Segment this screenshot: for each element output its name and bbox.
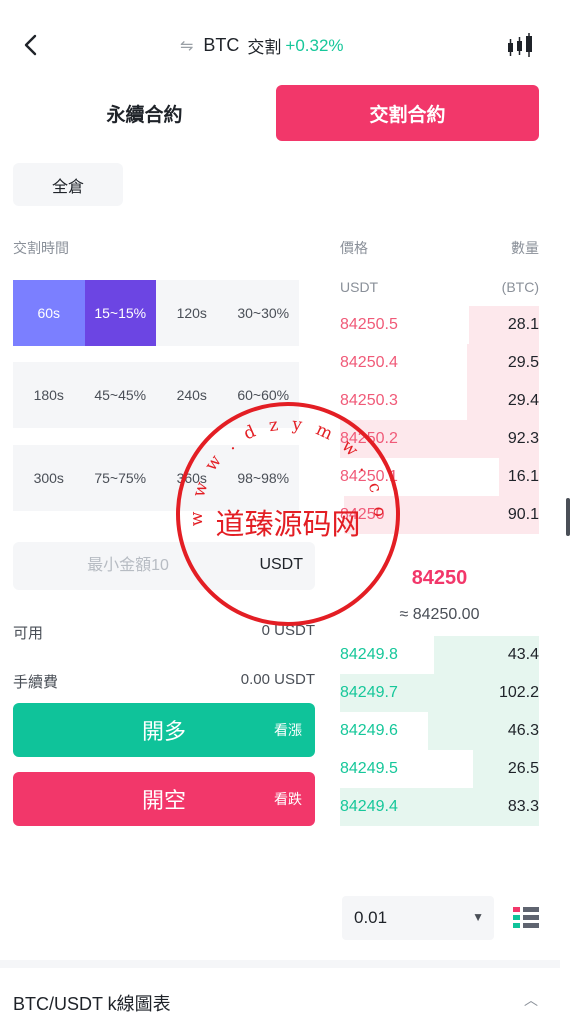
ask-row[interactable]: 84250.2 92.3 (340, 420, 539, 458)
delivery-time-option[interactable]: 60s (13, 280, 85, 346)
ask-quantity: 92.3 (507, 430, 539, 447)
delivery-rate-option[interactable]: 15~15% (84, 280, 156, 346)
ask-row[interactable]: 84250.3 29.4 (340, 382, 539, 420)
page-title[interactable]: ⇋ BTC 交割 +0.32% (180, 33, 344, 58)
fee-row: 手續費 0.00 USDT (13, 671, 315, 692)
title-contract-type: 交割 (247, 38, 282, 57)
caret-down-icon: ▼ (472, 910, 484, 924)
delivery-option-row: 300s 75~75% 360s 98~98% (13, 445, 299, 511)
delivery-rate-option[interactable]: 98~98% (228, 445, 300, 511)
tab-perpetual[interactable]: 永續合約 (13, 85, 276, 141)
bid-quantity: 46.3 (507, 722, 539, 739)
bid-row[interactable]: 84249.5 26.5 (340, 750, 539, 788)
bid-price: 84249.6 (340, 722, 398, 739)
bid-row[interactable]: 84249.7 102.2 (340, 674, 539, 712)
fee-label: 手續費 (13, 674, 59, 691)
fee-value: 0.00 USDT (240, 671, 315, 688)
ask-price: 84250.5 (340, 316, 398, 333)
section-divider (0, 960, 560, 968)
available-balance-row: 可用 0 USDT (13, 622, 315, 643)
open-short-hint: 看跌 (274, 791, 302, 807)
open-long-label: 開多 (141, 719, 186, 744)
delivery-option-row: 60s 15~15% 120s 30~30% (13, 280, 299, 346)
delivery-time-option[interactable]: 180s (13, 362, 85, 428)
scrollbar-thumb[interactable] (566, 498, 570, 536)
ask-price: 84250.1 (340, 468, 398, 485)
ask-row[interactable]: 84250.1 16.1 (340, 458, 539, 496)
bid-quantity: 26.5 (507, 760, 539, 777)
last-price: 84250 (411, 567, 468, 589)
ask-row[interactable]: 84250.4 29.5 (340, 344, 539, 382)
available-label: 可用 (13, 625, 44, 642)
amount-unit: USDT (259, 556, 303, 573)
delivery-time-option[interactable]: 120s (156, 280, 228, 346)
candlestick-icon[interactable] (505, 30, 539, 60)
delivery-rate-option[interactable]: 75~75% (85, 445, 157, 511)
precision-select[interactable]: 0.01 ▼ (342, 896, 494, 940)
ask-price: 84250.2 (340, 430, 398, 447)
ask-quantity: 28.1 (507, 316, 539, 333)
available-value: 0 USDT (261, 622, 315, 639)
ask-row[interactable]: 84250.5 28.1 (340, 306, 539, 344)
bid-row[interactable]: 84249.6 46.3 (340, 712, 539, 750)
delivery-time-option[interactable]: 360s (156, 445, 228, 511)
bid-price: 84249.8 (340, 646, 398, 663)
bid-price: 84249.4 (340, 798, 398, 815)
ask-quantity: 16.1 (507, 468, 539, 485)
bid-quantity: 43.4 (507, 646, 539, 663)
open-long-button[interactable]: 開多 看漲 (13, 703, 315, 757)
kline-chart-toggle[interactable]: BTC/USDT k線圖表 ︿ (0, 968, 560, 1024)
delivery-rate-option[interactable]: 30~30% (228, 280, 300, 346)
last-price-usd: ≈ 84250.00 (399, 606, 480, 623)
orderbook-header: 價格 數量 (340, 238, 539, 258)
orderbook-price-header: 價格 (340, 240, 368, 256)
precision-value: 0.01 (354, 908, 388, 927)
ask-price: 84250 (340, 506, 385, 523)
ask-row[interactable]: 84250 90.1 (340, 496, 539, 534)
delivery-time-option[interactable]: 300s (13, 445, 85, 511)
kline-chart-title: BTC/USDT k線圖表 (13, 994, 171, 1014)
orderbook-price-unit: USDT (340, 279, 379, 295)
amount-input[interactable] (13, 542, 243, 590)
ask-price: 84250.4 (340, 354, 398, 371)
bid-price: 84249.7 (340, 684, 398, 701)
delivery-time-option[interactable]: 240s (156, 362, 228, 428)
orderbook-qty-unit: (BTC) (501, 279, 539, 295)
swap-icon: ⇋ (180, 37, 194, 55)
back-chevron-icon[interactable] (16, 30, 46, 60)
open-short-button[interactable]: 開空 看跌 (13, 772, 315, 826)
header-bar: ⇋ BTC 交割 +0.32% (0, 0, 572, 92)
ask-price: 84250.3 (340, 392, 398, 409)
ask-quantity: 29.5 (507, 354, 539, 371)
delivery-rate-option[interactable]: 45~45% (85, 362, 157, 428)
margin-mode-button[interactable]: 全倉 (13, 163, 123, 206)
price-change-percent: +0.32% (285, 35, 344, 55)
bid-quantity: 102.2 (498, 684, 539, 701)
orderbook-layout-icon[interactable] (512, 905, 540, 929)
orderbook-units: USDT (BTC) (340, 279, 539, 295)
ask-quantity: 29.4 (507, 392, 539, 409)
delivery-time-label: 交割時間 (13, 240, 69, 256)
open-short-label: 開空 (141, 788, 186, 813)
delivery-option-row: 180s 45~45% 240s 60~60% (13, 362, 299, 428)
bid-price: 84249.5 (340, 760, 398, 777)
watermark-center-text: 道臻源码网 (215, 507, 360, 541)
open-long-hint: 看漲 (274, 722, 302, 738)
contract-mode-tabs: 永續合約 交割合約 (13, 85, 539, 141)
orderbook-qty-header: 數量 (511, 240, 539, 256)
bid-quantity: 83.3 (507, 798, 539, 815)
bid-row[interactable]: 84249.4 83.3 (340, 788, 539, 826)
amount-field: USDT (13, 542, 315, 590)
delivery-rate-option[interactable]: 60~60% (228, 362, 300, 428)
title-symbol: BTC (203, 35, 240, 55)
ask-quantity: 90.1 (507, 506, 539, 523)
bid-row[interactable]: 84249.8 43.4 (340, 636, 539, 674)
chevron-up-icon: ︿ (524, 992, 538, 1008)
tab-delivery[interactable]: 交割合約 (276, 85, 539, 141)
